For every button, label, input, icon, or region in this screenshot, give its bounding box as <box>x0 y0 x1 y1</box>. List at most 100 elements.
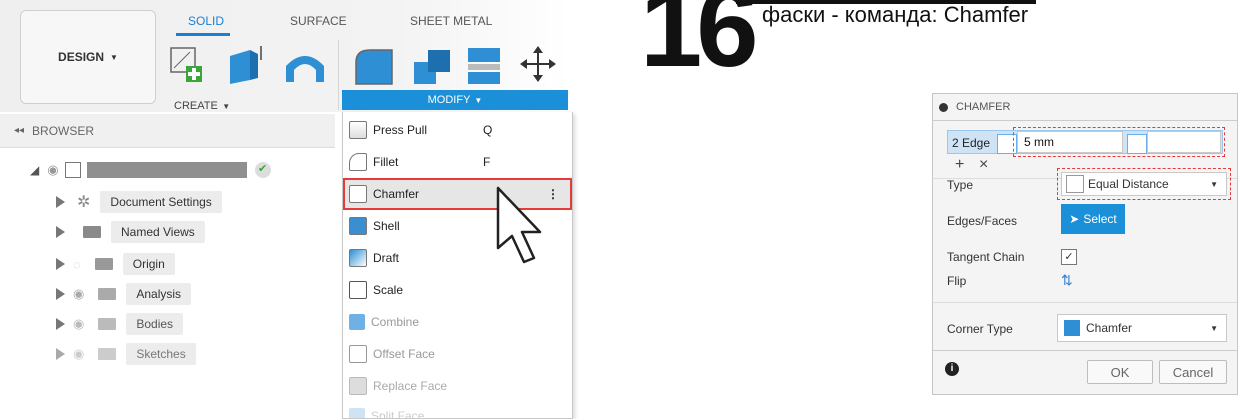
divider <box>933 350 1237 351</box>
step-heading: фаски - команда: Chamfer <box>762 2 1029 27</box>
expand-triangle-icon[interactable] <box>56 288 65 300</box>
chamfer-dialog: CHAMFER 2 Edge 5 mm + × Type Equal Dista… <box>932 93 1238 395</box>
menu-item-offset-face[interactable]: Offset Face <box>343 338 572 370</box>
caret-down-icon: ▼ <box>474 95 483 105</box>
menu-item-label: Press Pull <box>373 123 428 137</box>
edges-faces-label: Edges/Faces <box>947 214 1018 228</box>
folder-icon <box>98 348 117 360</box>
tree-item-origin[interactable]: ◌ Origin <box>56 252 175 276</box>
eye-icon[interactable]: ◉ <box>73 286 84 302</box>
flip-icon[interactable]: ⇅ <box>1061 272 1073 289</box>
component-icon <box>64 162 81 178</box>
press-pull-icon[interactable] <box>352 44 396 88</box>
component-name-field[interactable] <box>86 162 247 178</box>
move-icon[interactable] <box>518 44 558 84</box>
folder-icon <box>83 226 101 238</box>
browser-title: BROWSER <box>32 123 95 138</box>
chamfer-icon <box>349 185 367 203</box>
replace-face-icon <box>349 377 367 395</box>
menu-item-label: Chamfer <box>373 187 420 201</box>
info-icon[interactable]: i <box>945 362 959 376</box>
menu-item-label: Combine <box>371 315 420 329</box>
collapse-icon[interactable]: ◂◂ <box>14 125 24 136</box>
collapse-triangle-icon[interactable]: ◢ <box>30 163 39 177</box>
tree-item-document-settings[interactable]: ✲ Document Settings <box>56 190 222 214</box>
tree-item-analysis[interactable]: ◉ Analysis <box>56 282 192 306</box>
close-icon[interactable]: × <box>979 156 988 174</box>
corner-type-label: Corner Type <box>947 322 1013 336</box>
eye-icon[interactable]: ◉ <box>47 162 58 178</box>
corner-chamfer-icon <box>1064 320 1080 336</box>
mouse-cursor-icon <box>494 186 554 271</box>
tangent-chain-label: Tangent Chain <box>947 250 1025 264</box>
tree-item-sketches[interactable]: ◉ Sketches <box>56 342 196 366</box>
create-label: CREATE <box>174 100 218 112</box>
add-icon[interactable]: + <box>955 156 964 174</box>
highlight-box <box>1057 168 1231 200</box>
tree-item-label: Origin <box>122 253 175 275</box>
caret-down-icon: ▼ <box>110 52 118 62</box>
shortcut-key: Q <box>483 123 493 137</box>
menu-item-label: Shell <box>373 219 400 233</box>
create-group-label[interactable]: CREATE ▼ <box>174 96 230 114</box>
menu-item-scale[interactable]: Scale <box>343 274 572 306</box>
design-workspace-button[interactable]: DESIGN ▼ <box>20 10 156 104</box>
menu-item-press-pull[interactable]: Press Pull Q <box>343 114 572 146</box>
tangent-chain-checkbox[interactable]: ✓ <box>1061 249 1077 265</box>
corner-type-select[interactable]: Chamfer ▼ <box>1057 314 1227 342</box>
revolve-icon[interactable] <box>282 46 328 86</box>
pointer-icon: ➤ <box>1069 212 1080 226</box>
tree-item-label: Sketches <box>126 343 196 365</box>
cancel-button[interactable]: Cancel <box>1159 360 1227 384</box>
tree-item-label: Analysis <box>126 283 192 305</box>
select-button[interactable]: ➤ Select <box>1061 204 1125 234</box>
active-check-icon: ✔ <box>254 162 271 178</box>
menu-item-combine[interactable]: Combine <box>343 306 572 338</box>
corner-type-value: Chamfer <box>1086 321 1133 335</box>
expand-triangle-icon[interactable] <box>56 226 65 238</box>
combine-icon[interactable] <box>410 44 456 88</box>
eye-icon[interactable]: ◉ <box>73 346 84 362</box>
hidden-eye-icon[interactable]: ◌ <box>73 257 81 272</box>
tab-sheet-metal[interactable]: SHEET METAL <box>410 14 492 28</box>
scale-icon <box>349 281 367 299</box>
menu-item-label: Draft <box>373 251 400 265</box>
ok-button[interactable]: OK <box>1087 360 1153 384</box>
dialog-title-bar[interactable]: CHAMFER <box>933 94 1237 120</box>
shortcut-key: F <box>483 155 491 169</box>
split-body-icon[interactable] <box>464 44 506 88</box>
divider <box>933 120 1237 121</box>
expand-triangle-icon[interactable] <box>56 196 65 208</box>
tab-surface[interactable]: SURFACE <box>290 14 347 28</box>
modify-label: MODIFY <box>427 94 471 106</box>
menu-item-fillet[interactable]: Fillet F <box>343 146 572 178</box>
design-label: DESIGN <box>58 50 105 64</box>
tree-item-bodies[interactable]: ◉ Bodies <box>56 312 184 336</box>
menu-item-label: Fillet <box>373 155 399 169</box>
create-sketch-icon[interactable] <box>168 44 206 82</box>
extrude-icon[interactable] <box>222 42 266 86</box>
expand-triangle-icon[interactable] <box>56 258 65 270</box>
tree-item-named-views[interactable]: Named Views <box>56 220 205 244</box>
collapse-dot-icon[interactable] <box>939 102 948 112</box>
modify-menu-button[interactable]: MODIFY ▼ <box>342 90 568 110</box>
menu-item-replace-face[interactable]: Replace Face <box>343 370 572 402</box>
folder-icon <box>98 318 117 330</box>
tab-solid[interactable]: SOLID <box>188 14 224 28</box>
root-component-row[interactable]: ◢ ◉ ✔ <box>30 162 271 178</box>
caret-down-icon: ▼ <box>1210 323 1218 333</box>
menu-item-label: Scale <box>373 283 404 297</box>
tree-item-label: Named Views <box>111 221 205 243</box>
flip-label: Flip <box>947 274 967 288</box>
browser-header[interactable]: ◂◂ BROWSER <box>0 114 335 148</box>
folder-icon <box>94 258 113 270</box>
eye-icon[interactable]: ◉ <box>73 316 84 332</box>
draft-icon <box>349 249 367 267</box>
fillet-icon <box>349 153 367 171</box>
expand-triangle-icon[interactable] <box>56 348 65 360</box>
toolbar-divider <box>338 40 339 110</box>
expand-triangle-icon[interactable] <box>56 318 65 330</box>
highlight-box <box>1013 127 1225 157</box>
menu-item-split-face[interactable]: Split Face <box>343 400 572 418</box>
offset-face-icon <box>349 345 367 363</box>
